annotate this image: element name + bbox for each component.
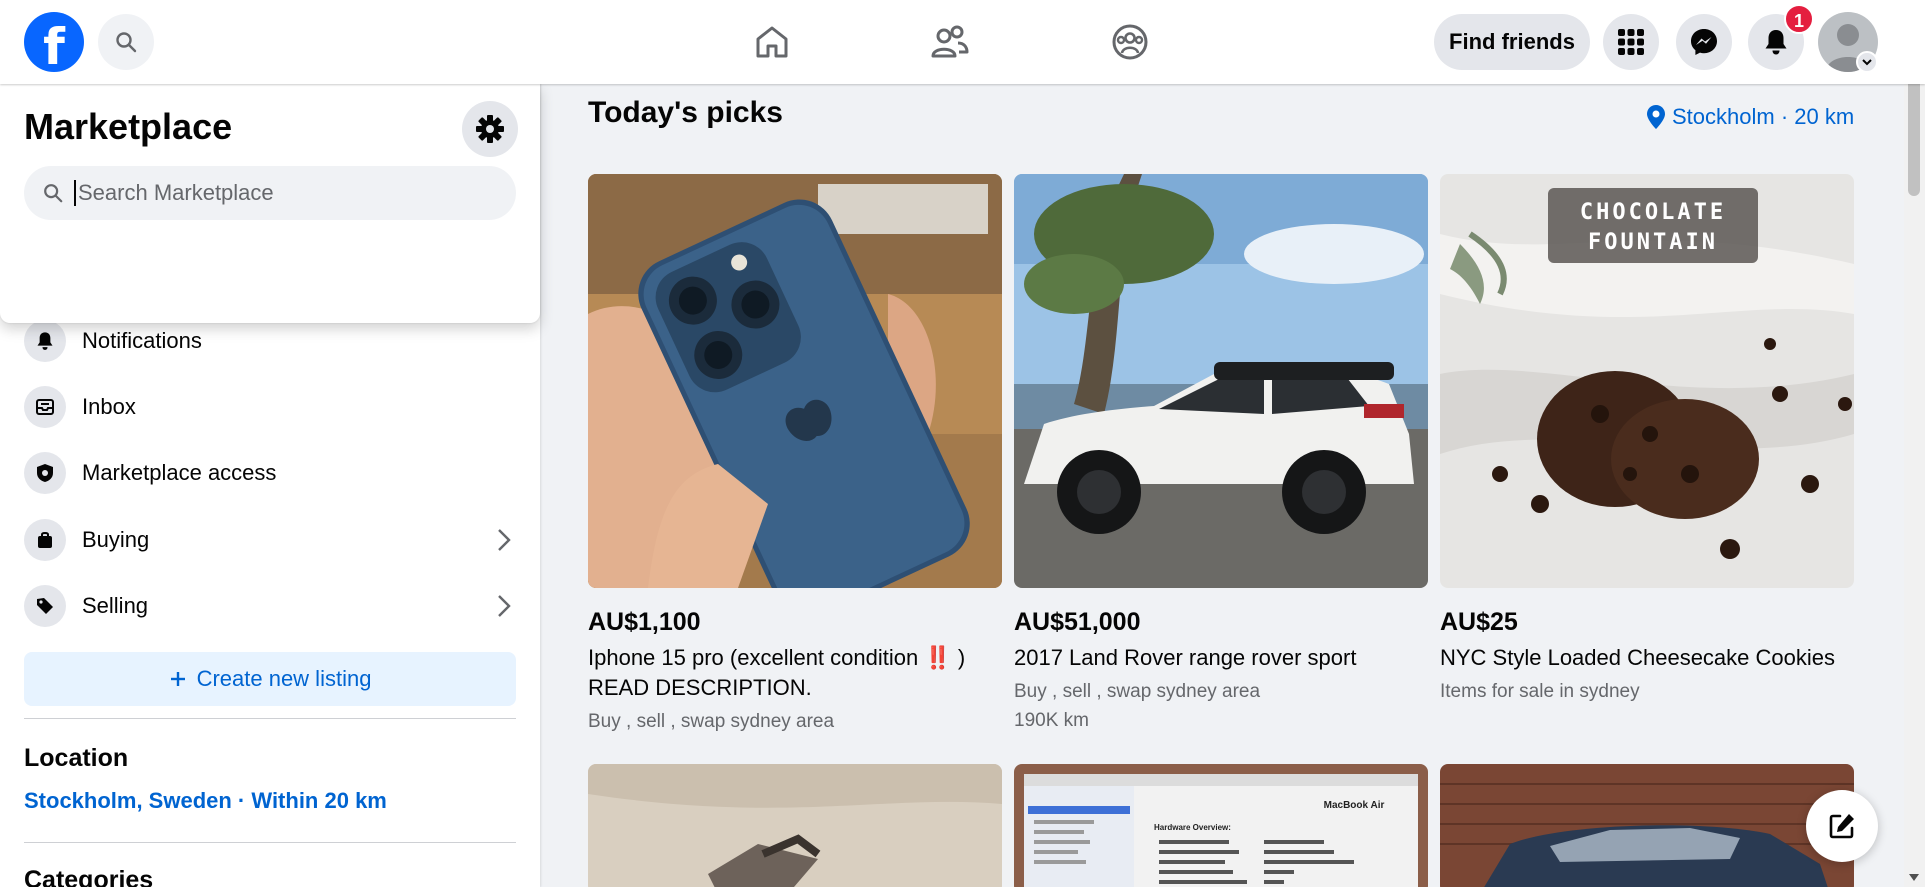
nav-tab-groups[interactable] bbox=[1075, 12, 1185, 72]
chevron-right-icon bbox=[498, 595, 511, 617]
sidebar-item-label: Buying bbox=[82, 527, 150, 552]
listing-photo bbox=[1014, 174, 1428, 588]
bell-icon bbox=[37, 332, 53, 350]
listing-location: Items for sale in sydney bbox=[1440, 681, 1640, 702]
top-navigation-bar: f Find friends 1 bbox=[0, 0, 1925, 84]
listing-card[interactable]: AU$51,000 2017 Land Rover range rover sp… bbox=[1014, 174, 1428, 733]
bell-icon bbox=[1765, 30, 1787, 55]
friends-icon bbox=[931, 25, 969, 58]
location-link[interactable]: Stockholm, Sweden · Within 20 km bbox=[24, 788, 387, 814]
marketplace-search-input[interactable] bbox=[74, 180, 494, 206]
notification-badge: 1 bbox=[1784, 4, 1814, 34]
menu-grid-icon bbox=[1618, 29, 1644, 55]
categories-heading: Categories bbox=[24, 866, 154, 887]
create-new-listing-button[interactable]: Create new listing bbox=[24, 652, 516, 706]
listing-title: 2017 Land Rover range rover sport bbox=[1014, 645, 1357, 670]
create-listing-label: Create new listing bbox=[196, 666, 372, 691]
listing-photo: MacBook Air Hardware Overview: bbox=[1014, 764, 1428, 887]
compose-message-button[interactable] bbox=[1806, 790, 1878, 862]
listing-title: NYC Style Loaded Cheesecake Cookies bbox=[1440, 645, 1836, 670]
sidebar-item-buying[interactable]: Buying bbox=[24, 512, 516, 568]
photo-overlay-text: CHOCOLATE bbox=[1580, 200, 1726, 225]
sidebar-item-label: Selling bbox=[82, 593, 149, 618]
sidebar-icon-wrap bbox=[24, 386, 66, 428]
nav-tab-friends[interactable] bbox=[895, 12, 1005, 72]
facebook-logo-letter: f bbox=[43, 18, 65, 72]
listing-card[interactable] bbox=[588, 764, 1002, 887]
listing-photo bbox=[1440, 764, 1854, 887]
plus-icon bbox=[170, 672, 185, 686]
account-menu-button[interactable] bbox=[1856, 51, 1878, 73]
search-button[interactable] bbox=[98, 14, 154, 70]
sidebar-item-inbox[interactable]: Inbox bbox=[24, 379, 516, 435]
listing-card[interactable]: MacBook Air Hardware Overview: bbox=[1014, 764, 1428, 887]
sidebar-item-label: Inbox bbox=[82, 394, 136, 419]
listing-location: Buy , sell , swap sydney area bbox=[1014, 681, 1261, 702]
sidebar-icon-wrap bbox=[24, 320, 66, 362]
inbox-icon bbox=[36, 399, 54, 415]
marketplace-search-box[interactable] bbox=[24, 166, 516, 220]
sidebar-icon-wrap bbox=[24, 585, 66, 627]
search-icon bbox=[116, 32, 137, 53]
cookies-photo: CHOCOLATE FOUNTAIN bbox=[1440, 174, 1854, 588]
sidebar-item-marketplace-access[interactable]: Marketplace access bbox=[24, 445, 516, 501]
marketplace-search-popover: Marketplace bbox=[0, 84, 540, 323]
photo-overlay-text: FOUNTAIN bbox=[1588, 230, 1718, 255]
page-title: Marketplace bbox=[24, 106, 233, 147]
listing-photo bbox=[588, 174, 1002, 588]
listing-card[interactable] bbox=[1440, 764, 1854, 887]
search-icon bbox=[44, 184, 63, 203]
marketplace-settings-button[interactable] bbox=[462, 101, 518, 157]
divider bbox=[24, 842, 516, 843]
sidebar-item-selling[interactable]: Selling bbox=[24, 578, 516, 634]
location-pin-icon bbox=[1647, 105, 1665, 129]
facebook-logo[interactable]: f bbox=[24, 12, 84, 72]
shopping-bag-icon bbox=[38, 532, 52, 548]
listing-card[interactable]: AU$1,100 Iphone 15 pro (excellent condit… bbox=[588, 174, 1002, 734]
location-filter-button[interactable]: Stockholm · 20 km bbox=[1646, 104, 1854, 130]
listing-card[interactable]: CHOCOLATE FOUNTAIN AU$25 NYC Style Loade… bbox=[1440, 174, 1854, 704]
home-icon bbox=[756, 26, 788, 58]
tag-icon bbox=[37, 598, 53, 614]
listing-price: AU$1,100 bbox=[588, 608, 701, 636]
car-photo bbox=[1014, 174, 1428, 588]
menu-button[interactable] bbox=[1603, 14, 1659, 70]
section-title: Today's picks bbox=[588, 96, 783, 129]
listing-photo: CHOCOLATE FOUNTAIN bbox=[1440, 174, 1854, 588]
photo-overlay-text: MacBook Air bbox=[1324, 800, 1385, 811]
groups-icon bbox=[1112, 24, 1148, 60]
chevron-right-icon bbox=[498, 529, 511, 551]
edit-icon bbox=[1829, 814, 1854, 839]
nav-tab-home[interactable] bbox=[717, 12, 827, 72]
sidebar-icon-wrap bbox=[24, 519, 66, 561]
listing-location: Buy , sell , swap sydney area bbox=[588, 711, 835, 732]
iphone-photo bbox=[588, 174, 1002, 588]
messenger-icon bbox=[1691, 29, 1717, 55]
sidebar-icon-wrap bbox=[24, 452, 66, 494]
location-filter-label: Stockholm · 20 km bbox=[1672, 104, 1855, 129]
listing-title: Iphone 15 pro (excellent condition ‼️ ) … bbox=[588, 645, 966, 700]
listing-mileage: 190K km bbox=[1014, 710, 1089, 731]
divider bbox=[24, 718, 516, 719]
listing-price: AU$51,000 bbox=[1014, 608, 1141, 636]
sidebar-item-label: Marketplace access bbox=[82, 460, 277, 485]
location-heading: Location bbox=[24, 744, 129, 772]
sidebar-item-label: Notifications bbox=[82, 328, 202, 353]
listing-price: AU$25 bbox=[1440, 608, 1518, 636]
listing-photo bbox=[588, 764, 1002, 887]
gear-icon bbox=[476, 115, 504, 143]
find-friends-button[interactable]: Find friends bbox=[1434, 14, 1590, 70]
scroll-down-arrow[interactable] bbox=[1909, 874, 1919, 881]
messenger-button[interactable] bbox=[1676, 14, 1732, 70]
shield-icon bbox=[37, 464, 53, 482]
chevron-down-icon bbox=[1862, 59, 1872, 66]
photo-overlay-text: Hardware Overview: bbox=[1154, 823, 1231, 832]
